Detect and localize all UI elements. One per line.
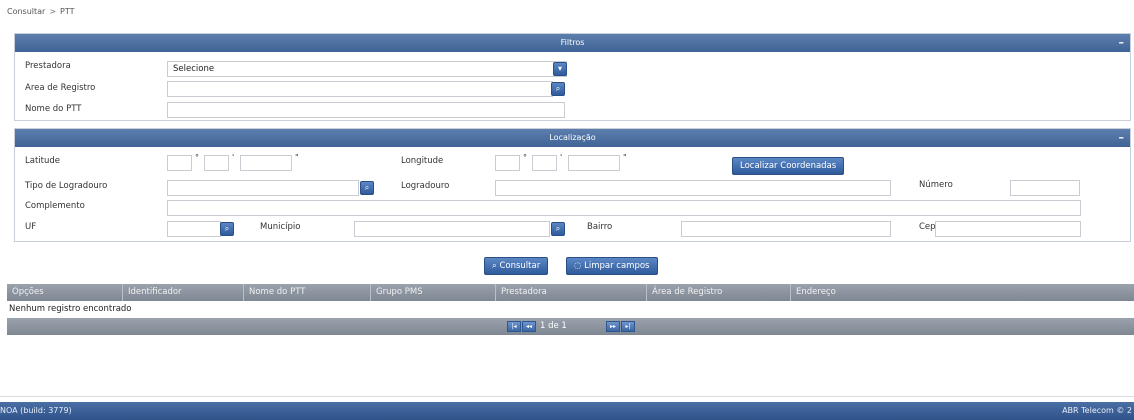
bairro-input[interactable] [681,221,891,237]
complemento-label: Complemento [25,201,85,211]
breadcrumb-current: PTT [60,7,75,16]
column-prestadora[interactable]: Prestadora [496,284,647,301]
area-registro-label: Area de Registro [25,83,96,93]
empty-message: Nenhum registro encontrado [7,302,1134,317]
municipio-input[interactable] [354,221,550,237]
municipio-label: Município [260,222,301,232]
search-icon: ⌕ [555,224,561,233]
uf-input[interactable] [167,221,221,237]
area-registro-search-button[interactable]: ⌕ [551,82,565,96]
eraser-icon: ◌ [574,261,585,271]
column-endereco[interactable]: Endereço [791,284,1134,301]
first-page-button[interactable]: |◂ [507,321,521,332]
column-grupo-pms[interactable]: Grupo PMS [371,284,496,301]
tipo-logradouro-input[interactable] [167,180,359,196]
page-indicator: 1 de 1 [540,321,567,331]
localizacao-panel: Localização – Latitude ° ' " Longitude °… [14,128,1131,242]
latitude-label: Latitude [25,156,60,166]
latitude-second-symbol: " [295,153,299,162]
filtros-title: Filtros [560,38,585,47]
search-icon: ⌕ [555,84,561,93]
breadcrumb-root[interactable]: Consultar [7,7,45,16]
uf-search-button[interactable]: ⌕ [220,222,234,236]
latitude-degrees-input[interactable] [167,155,192,171]
longitude-degrees-input[interactable] [495,155,520,171]
column-identificador[interactable]: Identificador [123,284,244,301]
longitude-label: Longitude [401,156,444,166]
footer: NOA (build: 3779) ABR Telecom © 2 [0,402,1134,420]
localizacao-title: Localização [549,133,596,142]
longitude-second-symbol: " [623,153,627,162]
longitude-minutes-input[interactable] [532,155,557,171]
breadcrumb: Consultar > PTT [7,7,75,16]
copyright: ABR Telecom © 2 [1062,406,1132,415]
nome-ptt-label: Nome do PTT [25,104,82,114]
results-grid-header: Opções Identificador Nome do PTT Grupo P… [7,284,1134,301]
column-area-registro[interactable]: Área de Registro [647,284,791,301]
nome-ptt-input[interactable] [167,102,565,118]
last-page-button[interactable]: ▸| [621,321,635,332]
numero-input[interactable] [1010,180,1080,196]
filtros-collapse-button[interactable]: – [1119,34,1125,52]
latitude-degree-symbol: ° [195,153,199,162]
prestadora-select[interactable]: Selecione [167,61,567,77]
pager: |◂ ◂◂ 1 de 1 ▸▸ ▸| [7,318,1134,335]
numero-label: Número [919,180,953,190]
column-nome-ptt[interactable]: Nome do PTT [244,284,371,301]
area-registro-input[interactable] [167,81,553,97]
consultar-label: Consultar [499,261,541,271]
build-info: NOA (build: 3779) [0,406,72,415]
logradouro-input[interactable] [495,180,891,196]
chevron-down-icon: ▾ [557,64,562,73]
breadcrumb-separator: > [49,7,57,16]
longitude-seconds-input[interactable] [568,155,620,171]
longitude-minute-symbol: ' [560,153,563,162]
prestadora-dropdown-button[interactable]: ▾ [553,62,567,76]
bairro-label: Bairro [587,222,613,232]
next-page-button[interactable]: ▸▸ [606,321,620,332]
tipo-logradouro-label: Tipo de Logradouro [25,181,108,191]
prestadora-select-value: Selecione [173,64,215,74]
uf-label: UF [25,222,37,232]
municipio-search-button[interactable]: ⌕ [551,222,565,236]
latitude-minutes-input[interactable] [204,155,229,171]
latitude-minute-symbol: ' [232,153,235,162]
search-icon: ⌕ [364,183,370,192]
tipo-logradouro-search-button[interactable]: ⌕ [360,181,374,195]
column-opcoes[interactable]: Opções [7,284,123,301]
localizacao-collapse-button[interactable]: – [1119,129,1125,147]
longitude-degree-symbol: ° [523,153,527,162]
localizacao-header: Localização – [15,129,1130,147]
footer-divider [0,396,1134,397]
filtros-panel: Filtros – Prestadora Selecione ▾ Area de… [14,33,1131,121]
complemento-input[interactable] [167,200,1081,216]
latitude-seconds-input[interactable] [240,155,292,171]
limpar-campos-button[interactable]: ◌ Limpar campos [566,257,658,275]
consultar-button[interactable]: ⌕ Consultar [484,257,549,275]
prestadora-label: Prestadora [25,61,71,71]
search-icon: ⌕ [224,224,230,233]
previous-page-button[interactable]: ◂◂ [522,321,536,332]
limpar-campos-label: Limpar campos [584,261,650,271]
logradouro-label: Logradouro [401,181,450,191]
cep-input[interactable] [935,221,1081,237]
cep-label: Cep [919,222,936,232]
filtros-header: Filtros – [15,34,1130,52]
localizar-coordenadas-button[interactable]: Localizar Coordenadas [732,157,845,175]
